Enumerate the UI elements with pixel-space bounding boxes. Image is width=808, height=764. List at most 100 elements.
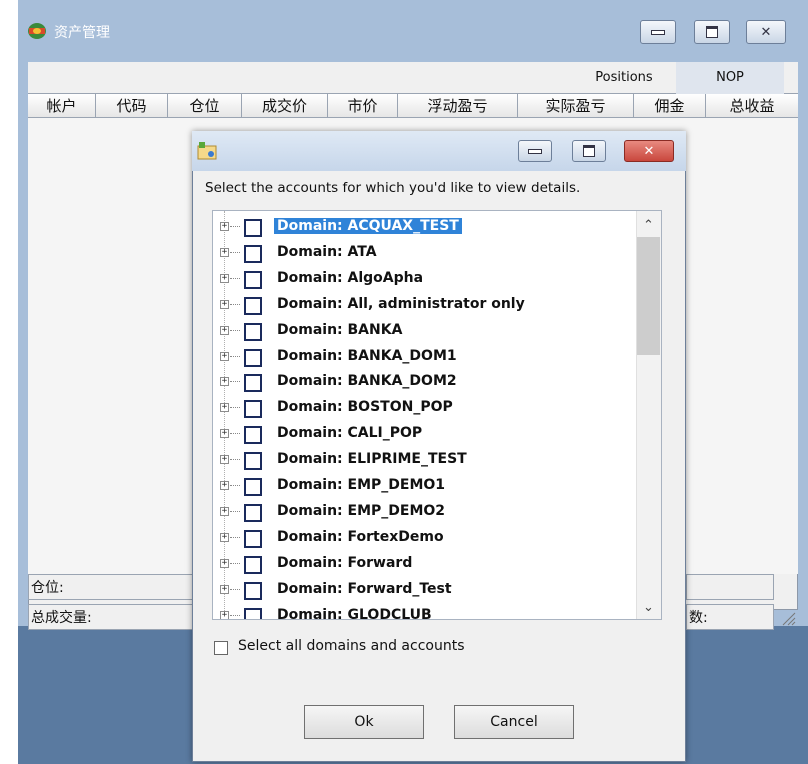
domain-checkbox[interactable]	[244, 555, 262, 574]
outer-close-button[interactable]: ✕	[746, 20, 786, 44]
scrollbar-thumb[interactable]	[637, 237, 660, 355]
tree-row-domain[interactable]: + Domain: BANKA	[213, 319, 633, 345]
expand-plus-icon[interactable]: +	[220, 299, 229, 309]
domain-checkbox[interactable]	[244, 400, 262, 419]
close-icon: ✕	[760, 24, 772, 40]
column-header-floating-pnl[interactable]: 浮动盈亏	[398, 94, 518, 118]
outer-window-title: 资产管理	[54, 25, 110, 41]
domain-label[interactable]: Domain: FortexDemo	[274, 529, 447, 545]
domain-checkbox[interactable]	[244, 581, 262, 600]
expand-plus-icon[interactable]: +	[220, 481, 229, 490]
tree-row-domain[interactable]: + Domain: EMP_DEMO2	[213, 500, 633, 526]
column-header-code[interactable]: 代码	[96, 94, 168, 118]
domain-label[interactable]: Domain: ACQUAX_TEST	[274, 218, 462, 234]
domain-label[interactable]: Domain: Forward_Test	[274, 581, 455, 597]
expand-plus-icon[interactable]: +	[220, 558, 229, 568]
scroll-down-icon[interactable]: ⌄	[636, 598, 661, 618]
domain-label[interactable]: Domain: EMP_DEMO2	[274, 503, 448, 519]
domain-checkbox[interactable]	[244, 478, 262, 496]
domain-checkbox[interactable]	[244, 244, 262, 263]
column-header-fill-price[interactable]: 成交价	[242, 94, 328, 118]
domain-checkbox[interactable]	[244, 322, 262, 341]
expand-plus-icon[interactable]: +	[220, 610, 229, 619]
domain-label[interactable]: Domain: GLODCLUB	[274, 607, 435, 620]
domain-checkbox[interactable]	[244, 529, 262, 548]
expand-plus-icon[interactable]: +	[220, 247, 229, 257]
tree-row-domain[interactable]: + Domain: ACQUAX_TEST	[213, 215, 633, 241]
cancel-button[interactable]: Cancel	[454, 705, 574, 739]
tree-connector	[230, 251, 240, 253]
domain-checkbox[interactable]	[244, 270, 262, 289]
dialog-close-button[interactable]: ✕	[624, 140, 674, 162]
tree-row-domain[interactable]: + Domain: BOSTON_POP	[213, 396, 633, 422]
tree-connector	[230, 510, 240, 512]
select-all-label[interactable]: Select all domains and accounts	[238, 638, 464, 654]
domain-checkbox[interactable]	[244, 219, 262, 237]
outer-maximize-button[interactable]	[694, 20, 730, 44]
domain-checkbox[interactable]	[244, 452, 262, 471]
tree-row-domain[interactable]: + Domain: BANKA_DOM1	[213, 345, 633, 371]
domain-checkbox[interactable]	[244, 503, 262, 522]
expand-plus-icon[interactable]: +	[220, 506, 229, 516]
tree-connector	[230, 588, 240, 590]
tree-row-domain[interactable]: + Domain: FortexDemo	[213, 526, 633, 552]
dialog-titlebar[interactable]	[192, 131, 686, 171]
domain-label[interactable]: Domain: CALI_POP	[274, 425, 425, 441]
select-all-checkbox[interactable]	[214, 641, 228, 655]
expand-plus-icon[interactable]: +	[220, 222, 229, 231]
domain-label[interactable]: Domain: BOSTON_POP	[274, 399, 456, 415]
domain-checkbox[interactable]	[244, 607, 262, 619]
tree-row-domain[interactable]: + Domain: GLODCLUB	[213, 604, 633, 620]
status-right-count: 数:	[686, 604, 774, 630]
expand-plus-icon[interactable]: +	[220, 455, 229, 465]
column-header-account[interactable]: 帐户	[28, 94, 96, 118]
domain-checkbox[interactable]	[244, 374, 262, 393]
tree-row-domain[interactable]: + Domain: ELIPRIME_TEST	[213, 448, 633, 474]
tree-row-domain[interactable]: + Domain: BANKA_DOM2	[213, 370, 633, 396]
tree-connector	[230, 329, 240, 331]
tree-row-domain[interactable]: + Domain: Forward	[213, 552, 633, 578]
tree-connector	[230, 277, 240, 279]
domain-label[interactable]: Domain: EMP_DEMO1	[274, 477, 448, 493]
domain-checkbox[interactable]	[244, 296, 262, 315]
tab-positions[interactable]: Positions	[572, 62, 676, 94]
column-header-market-price[interactable]: 市价	[328, 94, 398, 118]
outer-minimize-button[interactable]	[640, 20, 676, 44]
domain-label[interactable]: Domain: ATA	[274, 244, 380, 260]
expand-plus-icon[interactable]: +	[220, 377, 229, 387]
domain-label[interactable]: Domain: BANKA	[274, 322, 405, 338]
expand-plus-icon[interactable]: +	[220, 273, 229, 283]
domain-label[interactable]: Domain: All, administrator only	[274, 296, 528, 312]
tree-row-domain[interactable]: + Domain: ATA	[213, 241, 633, 267]
dialog-minimize-button[interactable]	[518, 140, 552, 162]
expand-plus-icon[interactable]: +	[220, 403, 229, 413]
tree-row-domain[interactable]: + Domain: EMP_DEMO1	[213, 474, 633, 500]
dialog-maximize-button[interactable]	[572, 140, 606, 162]
domain-checkbox[interactable]	[244, 426, 262, 445]
ok-button[interactable]: Ok	[304, 705, 424, 739]
column-header-position[interactable]: 仓位	[168, 94, 242, 118]
tree-row-domain[interactable]: + Domain: Forward_Test	[213, 578, 633, 604]
domain-checkbox[interactable]	[244, 348, 262, 367]
expand-plus-icon[interactable]: +	[220, 532, 229, 542]
column-header-total-profit[interactable]: 总收益	[706, 94, 798, 118]
close-icon: ✕	[643, 143, 655, 159]
resize-grip-icon[interactable]	[780, 610, 796, 626]
tree-row-domain[interactable]: + Domain: CALI_POP	[213, 422, 633, 448]
domain-label[interactable]: Domain: BANKA_DOM1	[274, 348, 460, 364]
domain-label[interactable]: Domain: BANKA_DOM2	[274, 373, 460, 389]
expand-plus-icon[interactable]: +	[220, 351, 229, 361]
expand-plus-icon[interactable]: +	[220, 584, 229, 594]
tab-nop[interactable]: NOP	[676, 62, 784, 94]
column-header-commission[interactable]: 佣金	[634, 94, 706, 118]
tree-row-domain[interactable]: + Domain: AlgoApha	[213, 267, 633, 293]
domain-tree[interactable]: + Domain: ACQUAX_TEST + Domain: ATA + Domain:…	[212, 210, 662, 620]
column-header-realized-pnl[interactable]: 实际盈亏	[518, 94, 634, 118]
domain-label[interactable]: Domain: Forward	[274, 555, 415, 571]
expand-plus-icon[interactable]: +	[220, 429, 229, 439]
expand-plus-icon[interactable]: +	[220, 325, 229, 335]
domain-label[interactable]: Domain: ELIPRIME_TEST	[274, 451, 470, 467]
domain-label[interactable]: Domain: AlgoApha	[274, 270, 426, 286]
scroll-up-icon[interactable]: ⌃	[636, 216, 661, 236]
tree-row-domain[interactable]: + Domain: All, administrator only	[213, 293, 633, 319]
